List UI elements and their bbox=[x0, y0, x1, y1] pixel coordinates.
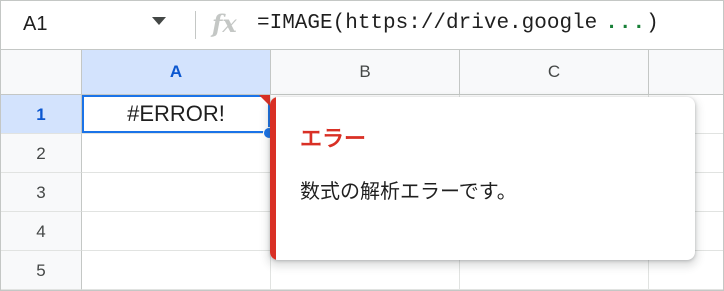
formula-close-paren: ) bbox=[646, 12, 659, 35]
column-header-b[interactable]: B bbox=[271, 50, 460, 94]
grid-line bbox=[82, 289, 723, 290]
error-accent-bar bbox=[270, 97, 276, 260]
column-header-d[interactable] bbox=[649, 50, 723, 94]
name-box[interactable]: A1 bbox=[23, 13, 47, 36]
formula-bar-divider bbox=[195, 11, 196, 39]
column-header-row: A B C bbox=[1, 50, 723, 95]
spreadsheet-window: A1 fx =IMAGE(https://drive.google...) A … bbox=[0, 0, 724, 291]
error-indicator-icon[interactable] bbox=[259, 95, 270, 106]
row-header-3[interactable]: 3 bbox=[1, 173, 82, 212]
select-all-corner[interactable] bbox=[1, 50, 82, 94]
error-message: 数式の解析エラーです。 bbox=[300, 181, 517, 203]
row-header-2[interactable]: 2 bbox=[1, 134, 82, 173]
error-tooltip: エラー 数式の解析エラーです。 bbox=[270, 97, 695, 260]
row-header-5[interactable]: 5 bbox=[1, 251, 82, 290]
formula-input[interactable]: =IMAGE(https://drive.google...) bbox=[257, 12, 659, 35]
column-header-a[interactable]: A bbox=[82, 50, 271, 94]
chevron-down-icon[interactable] bbox=[152, 17, 166, 25]
error-title: エラー bbox=[300, 126, 367, 151]
formula-bar: A1 fx =IMAGE(https://drive.google...) bbox=[1, 1, 723, 50]
column-header-c[interactable]: C bbox=[460, 50, 649, 94]
formula-content: =IMAGE(https://drive.google bbox=[257, 12, 598, 35]
formula-ellipsis: ... bbox=[605, 12, 647, 35]
fx-icon: fx bbox=[212, 9, 237, 38]
cell-a1[interactable]: #ERROR! bbox=[82, 95, 270, 133]
row-header-4[interactable]: 4 bbox=[1, 212, 82, 251]
row-header-1[interactable]: 1 bbox=[1, 95, 82, 134]
